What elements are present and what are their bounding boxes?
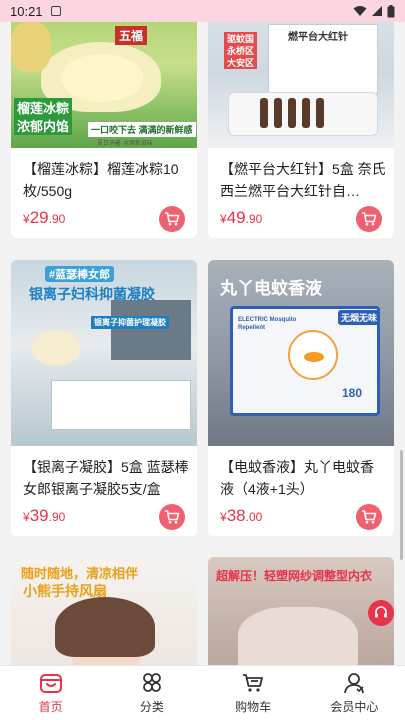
product-card[interactable]: 丸丫电蚊香液 ELECTRIC Mosquito Repellent 无烟无味 … [208,260,394,536]
product-price: ¥38.00 [220,506,263,525]
product-card[interactable]: #蓝瑟棒女郎 银离子妇科抑菌凝胶 银离子抑菌护理凝胶 【银离子凝胶】5盒 蓝瑟棒… [11,260,197,536]
product-price: ¥29.90 [23,208,66,227]
tab-label: 分类 [139,699,164,714]
tab-label: 会员中心 [330,699,379,714]
cart-icon [165,510,180,524]
customer-service-button[interactable] [368,600,394,626]
tab-category[interactable]: 分类 [101,666,202,720]
tab-member[interactable]: 会员中心 [304,666,405,720]
product-overlay-line1: 随时随地，清凉相伴 [21,566,139,581]
product-headline: 丸丫电蚊香液 [220,279,322,298]
product-brand: ELECTRIC Mosquito Repellent [238,317,297,331]
product-image[interactable]: 驱蚊国 永桥区 大安区 燃平台大红针 [208,22,394,148]
wifi-icon [353,6,367,16]
tab-cart[interactable]: 购物车 [203,666,304,720]
product-count: 180 [342,386,363,400]
product-price: ¥49.90 [220,208,263,227]
user-icon [344,672,365,693]
headset-icon [375,606,387,618]
scrollbar-thumb[interactable] [400,450,403,560]
product-headline: 银离子妇科抑菌凝胶 [29,286,155,302]
product-title[interactable]: 【榴莲冰粽】榴莲冰粽10枚/550g [23,158,189,202]
product-image[interactable]: 随时随地，清凉相伴 小熊手持风扇 [11,557,197,665]
product-overlay-tag: #蓝瑟棒女郎 [45,266,115,282]
product-fine-print: 夏日消暑·冰爽新滋味 [97,141,153,147]
product-image[interactable]: 丸丫电蚊香液 ELECTRIC Mosquito Repellent 无烟无味 … [208,260,394,446]
product-image[interactable]: 五福 榴莲冰粽 浓郁内馅 一口咬下去 满满的新鲜感 夏日消暑·冰爽新滋味 [11,22,197,148]
cart-icon [165,212,180,226]
add-to-cart-button[interactable] [356,206,382,232]
signal-icon [372,6,382,16]
product-title[interactable]: 【电蚊香液】丸丫电蚊香液（4液+1头） [220,456,386,500]
status-time: 10:21 [10,3,43,19]
cart-icon [362,212,377,226]
home-icon [39,673,62,693]
product-card[interactable]: 超解压！轻塑网纱调整型内衣 [208,557,394,665]
add-to-cart-button[interactable] [159,206,185,232]
product-price: ¥39.90 [23,506,66,525]
product-title[interactable]: 【燃平台大红针】5盒 奈氏西兰燃平台大红针自… [220,158,386,202]
status-icons [353,4,395,18]
add-to-cart-button[interactable] [356,504,382,530]
product-tag-line1: 榴莲冰粽 [14,98,73,117]
cart-icon [243,673,264,692]
product-card[interactable]: 五福 榴莲冰粽 浓郁内馅 一口咬下去 满满的新鲜感 夏日消暑·冰爽新滋味 【榴莲… [11,22,197,238]
bottom-tab-bar: 首页 分类 购物车 会员中心 [0,665,405,720]
product-title[interactable]: 【银离子凝胶】5盒 蓝瑟棒女郎银离子凝胶5支/盒 [23,456,189,500]
product-image[interactable]: 超解压！轻塑网纱调整型内衣 [208,557,394,665]
product-badge: 无烟无味 [338,310,381,325]
product-card[interactable]: 驱蚊国 永桥区 大安区 燃平台大红针 【燃平台大红针】5盒 奈氏西兰燃平台大红针… [208,22,394,238]
status-bar: 10:21 [0,0,405,22]
battery-icon [387,4,395,17]
product-slogan: 一口咬下去 满满的新鲜感 [88,122,196,137]
tab-label: 购物车 [235,699,272,714]
tab-label: 首页 [38,699,63,714]
cart-icon [362,510,377,524]
product-badge: 五福 [115,26,148,45]
product-overlay-line2: 小熊手持风扇 [23,583,107,599]
product-image[interactable]: #蓝瑟棒女郎 银离子妇科抑菌凝胶 银离子抑菌护理凝胶 [11,260,197,446]
product-overlay-line3: 大安区 [224,56,258,69]
category-icon [142,672,161,692]
product-tag-line2: 浓郁内馅 [14,116,73,135]
tab-home[interactable]: 首页 [0,666,101,720]
product-box-label: 燃平台大红针 [288,32,348,43]
product-sub: 银离子抑菌护理凝胶 [91,316,169,329]
add-to-cart-button[interactable] [159,504,185,530]
product-card[interactable]: 随时随地，清凉相伴 小熊手持风扇 [11,557,197,665]
product-feed[interactable]: 五福 榴莲冰粽 浓郁内馅 一口咬下去 满满的新鲜感 夏日消暑·冰爽新滋味 【榴莲… [0,22,405,665]
product-overlay-line1: 超解压！轻塑网纱调整型内衣 [216,569,373,583]
sim-icon [50,6,61,16]
